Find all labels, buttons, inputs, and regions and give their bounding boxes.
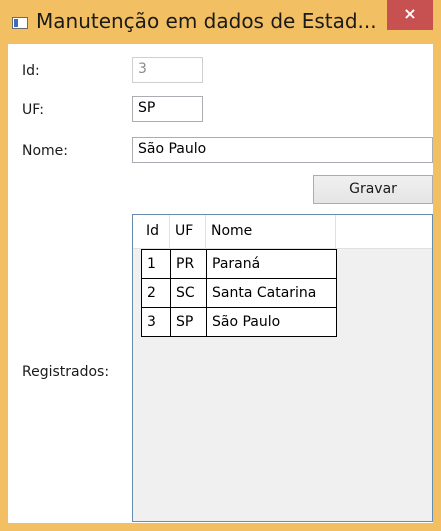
close-button[interactable]: ×: [387, 0, 433, 30]
states-grid[interactable]: Id UF Nome 1 PR Paraná 2 SC Santa Catari…: [132, 214, 433, 522]
grid-rows: 1 PR Paraná 2 SC Santa Catarina 3 SP São…: [141, 249, 337, 337]
registrados-label: Registrados:: [22, 364, 110, 380]
cell-uf: SP: [171, 308, 207, 337]
cell-nome: São Paulo: [207, 308, 337, 337]
cell-uf: SC: [171, 279, 207, 308]
window-title: Manutenção em dados de Estad...: [36, 9, 377, 33]
nome-label: Nome:: [22, 143, 69, 159]
table-row[interactable]: 1 PR Paraná: [142, 250, 337, 279]
cell-nome: Paraná: [207, 250, 337, 279]
cell-id: 3: [142, 308, 171, 337]
uf-label: UF:: [22, 102, 44, 118]
gravar-button[interactable]: Gravar: [313, 175, 433, 204]
cell-id: 1: [142, 250, 171, 279]
column-header-nome[interactable]: Nome: [206, 215, 336, 248]
cell-nome: Santa Catarina: [207, 279, 337, 308]
grid-header: Id UF Nome: [133, 215, 432, 249]
cell-id: 2: [142, 279, 171, 308]
uf-field[interactable]: SP: [132, 96, 203, 122]
column-header-uf[interactable]: UF: [170, 215, 206, 248]
id-field: 3: [132, 57, 203, 83]
cell-uf: PR: [171, 250, 207, 279]
nome-field[interactable]: São Paulo: [132, 137, 433, 163]
app-window-icon: [12, 17, 28, 29]
table-row[interactable]: 3 SP São Paulo: [142, 308, 337, 337]
column-header-id[interactable]: Id: [141, 215, 170, 248]
form-area: Id: 3 UF: SP Nome: São Paulo Gravar Regi…: [8, 44, 433, 523]
table-row[interactable]: 2 SC Santa Catarina: [142, 279, 337, 308]
app-window: Manutenção em dados de Estad... × Id: 3 …: [0, 0, 441, 531]
id-label: Id:: [22, 63, 40, 79]
title-bar[interactable]: Manutenção em dados de Estad... ×: [0, 0, 441, 44]
close-icon: ×: [403, 4, 417, 23]
